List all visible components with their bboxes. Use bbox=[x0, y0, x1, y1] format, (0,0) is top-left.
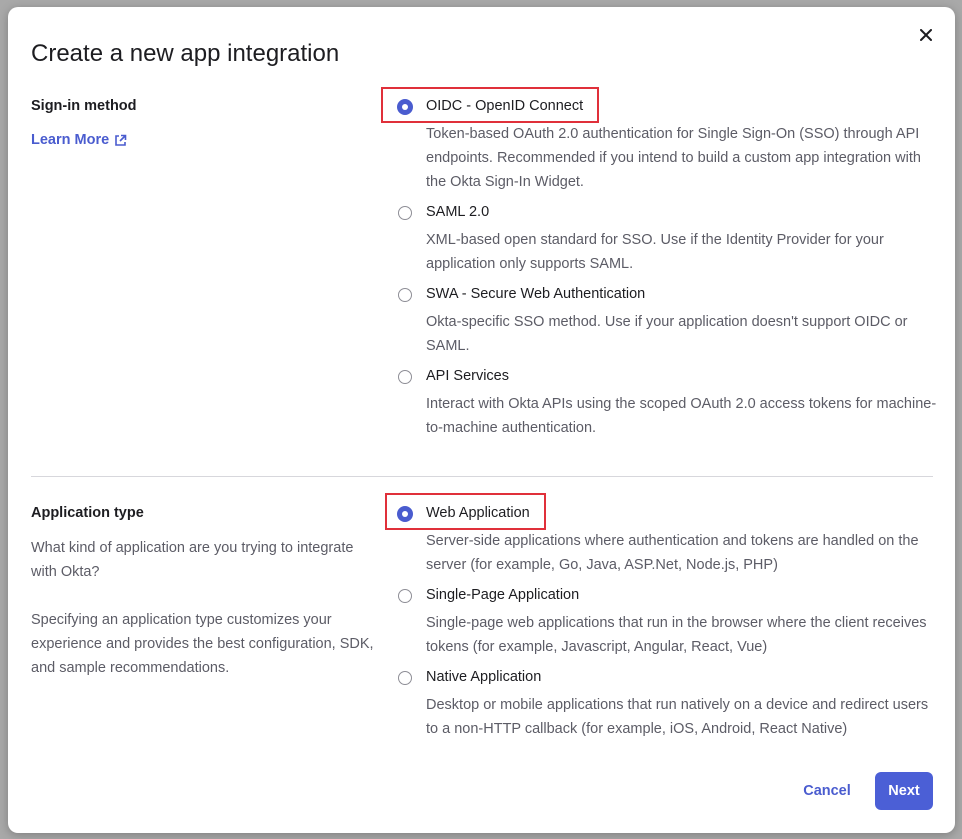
option-single-page-application-label: Single-Page Application bbox=[426, 587, 580, 603]
application-type-description: What kind of application are you trying … bbox=[31, 540, 354, 580]
option-oidc-description: Token-based OAuth 2.0 authentication for… bbox=[426, 126, 921, 190]
radio-native-application[interactable] bbox=[398, 671, 412, 685]
application-type-label: Application type bbox=[31, 505, 144, 521]
option-swa-description: Okta-specific SSO method. Use if your ap… bbox=[426, 314, 908, 354]
radio-oidc[interactable] bbox=[397, 99, 413, 115]
option-native-application-label: Native Application bbox=[426, 669, 542, 685]
radio-swa[interactable] bbox=[398, 288, 412, 302]
option-oidc-label: OIDC - OpenID Connect bbox=[426, 98, 584, 114]
radio-web-application[interactable] bbox=[397, 506, 413, 522]
dialog-title: Create a new app integration bbox=[31, 40, 340, 67]
learn-more-link[interactable]: Learn More bbox=[31, 132, 127, 148]
close-button[interactable] bbox=[915, 24, 937, 46]
external-link-icon bbox=[115, 134, 127, 146]
option-web-application-description: Server-side applications where authentic… bbox=[426, 533, 919, 573]
option-web-application-label: Web Application bbox=[426, 505, 530, 521]
option-saml-description: XML-based open standard for SSO. Use if … bbox=[426, 232, 884, 272]
option-native-application-description: Desktop or mobile applications that run … bbox=[426, 697, 929, 737]
option-saml-label: SAML 2.0 bbox=[426, 204, 490, 220]
sign-in-method-label: Sign-in method bbox=[31, 98, 137, 114]
option-swa-label: SWA - Secure Web Authentication bbox=[426, 286, 646, 302]
learn-more-label: Learn More bbox=[31, 132, 110, 148]
option-single-page-application-description: Single-page web applications that run in… bbox=[426, 615, 927, 655]
create-app-integration-dialog: Create a new app integration Sign-in met… bbox=[8, 7, 955, 833]
section-divider bbox=[31, 476, 933, 477]
cancel-button[interactable]: Cancel bbox=[791, 773, 863, 809]
close-icon bbox=[920, 29, 932, 41]
option-api-services-label: API Services bbox=[426, 368, 509, 384]
application-type-help: Specifying an application type customize… bbox=[31, 612, 374, 676]
radio-saml[interactable] bbox=[398, 206, 412, 220]
radio-api-services[interactable] bbox=[398, 370, 412, 384]
next-button[interactable]: Next bbox=[875, 772, 933, 810]
radio-single-page-application[interactable] bbox=[398, 589, 412, 603]
option-api-services-description: Interact with Okta APIs using the scoped… bbox=[426, 396, 937, 436]
